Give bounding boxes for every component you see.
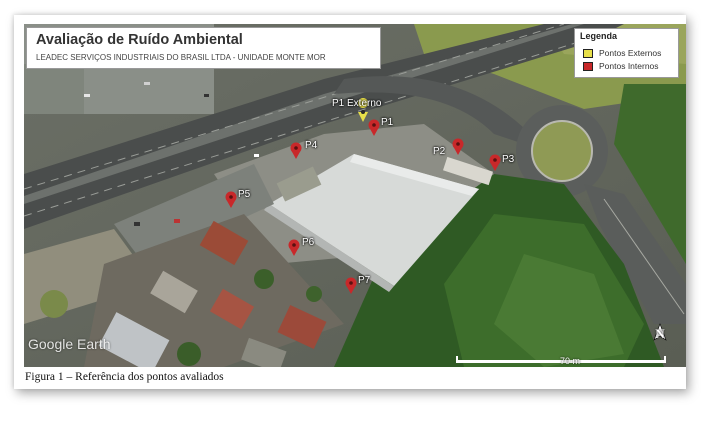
- north-arrow-icon: N: [652, 326, 668, 342]
- legend-label: Pontos Internos: [599, 61, 659, 71]
- legend-title: Legenda: [580, 31, 618, 41]
- point-label-p7: P7: [358, 275, 371, 286]
- legend-swatch-yellow: [583, 48, 593, 58]
- legend-swatch-red: [583, 61, 593, 71]
- figure-caption: Figura 1 – Referência dos pontos avaliad…: [25, 371, 224, 383]
- north-label: N: [655, 326, 665, 341]
- point-label-p2: P2: [433, 146, 446, 157]
- legend-item-internos: Pontos Internos: [583, 61, 659, 71]
- point-label-p6: P6: [302, 237, 315, 248]
- point-label-p4: P4: [305, 140, 318, 151]
- scale-label: 70 m: [560, 356, 581, 366]
- map-title-box: Avaliação de Ruído Ambiental LEADEC SERV…: [26, 27, 381, 69]
- legend-item-externos: Pontos Externos: [583, 48, 661, 58]
- map-title: Avaliação de Ruído Ambiental: [36, 32, 243, 48]
- map-subtitle: LEADEC SERVIÇOS INDUSTRIAIS DO BRASIL LT…: [36, 53, 326, 62]
- legend-label: Pontos Externos: [599, 48, 662, 58]
- map-legend: Legenda Pontos Externos Pontos Internos: [574, 28, 679, 78]
- point-label-p3: P3: [502, 154, 515, 165]
- point-label-p1-externo: P1 Externo: [332, 98, 382, 109]
- point-label-p1: P1: [381, 117, 394, 128]
- point-label-p5: P5: [238, 189, 251, 200]
- google-earth-attribution: Google Earth: [28, 336, 111, 352]
